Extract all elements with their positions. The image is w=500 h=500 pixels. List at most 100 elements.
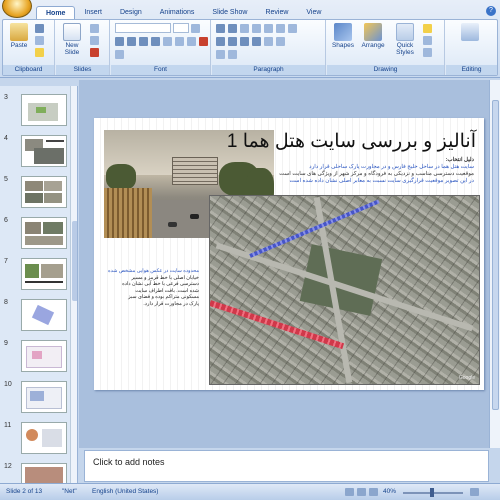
slide-thumbnail[interactable]: 7	[4, 258, 67, 291]
shape-outline-icon[interactable]	[423, 36, 432, 45]
help-icon[interactable]: ?	[486, 6, 496, 16]
tab-design[interactable]: Design	[111, 6, 151, 19]
editing-group-label: Editing	[446, 65, 497, 75]
slide-thumbnail[interactable]: 12	[4, 463, 67, 483]
quick-styles-button[interactable]: Quick Styles	[391, 23, 419, 56]
increase-indent-icon[interactable]	[252, 24, 261, 33]
format-painter-icon[interactable]	[35, 48, 44, 57]
rtl-icon[interactable]	[276, 24, 285, 33]
tab-animations[interactable]: Animations	[151, 6, 204, 19]
bullets-icon[interactable]	[216, 24, 225, 33]
shape-effects-icon[interactable]	[423, 48, 432, 57]
align-left-icon[interactable]	[216, 37, 225, 46]
numbering-icon[interactable]	[228, 24, 237, 33]
slide-thumbnail[interactable]: 5	[4, 176, 67, 209]
slide-thumbnail[interactable]: 6	[4, 217, 67, 250]
slide-number: 8	[4, 299, 8, 306]
justify-icon[interactable]	[252, 37, 261, 46]
paste-label: Paste	[10, 42, 28, 49]
slide-body-text[interactable]: دلیل انتخاب: سایت هتل هما در ساحل خلیج ف…	[278, 157, 474, 185]
slide-number: 10	[4, 381, 12, 388]
slide-thumbnail-image	[21, 340, 67, 372]
delete-slide-icon[interactable]	[90, 48, 99, 57]
notes-pane[interactable]: Click to add notes	[84, 450, 489, 482]
slide-thumbnail[interactable]: 10	[4, 381, 67, 414]
text-direction-icon[interactable]	[276, 37, 285, 46]
copy-icon[interactable]	[35, 36, 44, 45]
slide-number: 11	[4, 422, 12, 429]
slide-thumbnail[interactable]: 8	[4, 299, 67, 332]
ltr-icon[interactable]	[288, 24, 297, 33]
grow-font-icon[interactable]	[191, 24, 200, 33]
slide-thumbnail-image	[21, 217, 67, 249]
fit-to-window-icon[interactable]	[470, 488, 479, 496]
paste-icon	[10, 23, 28, 41]
align-right-icon[interactable]	[240, 37, 249, 46]
slide-thumbnail[interactable]: 9	[4, 340, 67, 373]
columns-icon[interactable]	[264, 37, 273, 46]
shape-fill-icon[interactable]	[423, 24, 432, 33]
slide-sorter-icon[interactable]	[357, 488, 366, 496]
cut-icon[interactable]	[35, 24, 44, 33]
zoom-slider-handle[interactable]	[430, 488, 434, 497]
font-size-dropdown[interactable]	[173, 23, 189, 33]
theme-name: "Net"	[62, 488, 77, 495]
main-vertical-scrollbar[interactable]	[489, 80, 500, 448]
slide-thumbnail[interactable]: 4	[4, 135, 67, 168]
paste-button[interactable]: Paste	[7, 23, 31, 49]
slide-thumbnail-image	[21, 135, 67, 167]
underline-icon[interactable]	[139, 37, 148, 46]
drawing-group-label: Drawing	[327, 65, 444, 75]
font-name-dropdown[interactable]	[115, 23, 171, 33]
notes-placeholder[interactable]: Click to add notes	[93, 457, 165, 467]
office-button[interactable]	[2, 0, 32, 18]
paragraph-group: Paragraph	[212, 20, 326, 75]
slide-thumbnail-image	[21, 299, 67, 331]
slide-canvas[interactable]: آنالیز و بررسی سایت هتل هما 1 دلیل انتخا…	[94, 118, 484, 390]
editing-button[interactable]	[458, 23, 482, 42]
tab-insert[interactable]: Insert	[75, 6, 111, 19]
slide-thumbnail-image	[21, 176, 67, 208]
slide-number: 9	[4, 340, 8, 347]
tab-slide-show[interactable]: Slide Show	[203, 6, 256, 19]
ribbon-tabs: Home Insert Design Animations Slide Show…	[36, 6, 330, 19]
slide-thumbnail[interactable]: 11	[4, 422, 67, 455]
tab-view[interactable]: View	[297, 6, 330, 19]
clear-format-icon[interactable]	[115, 50, 124, 59]
spacing-icon[interactable]	[175, 37, 184, 46]
tab-home[interactable]: Home	[36, 6, 76, 19]
slide-panel-scroll-thumb[interactable]	[72, 221, 77, 301]
shapes-button[interactable]: Shapes	[331, 23, 355, 49]
smartart-icon[interactable]	[228, 50, 237, 59]
language-indicator[interactable]: English (United States)	[92, 488, 158, 495]
layout-icon[interactable]	[90, 24, 99, 33]
slide-number: 4	[4, 135, 8, 142]
binoculars-icon	[461, 23, 479, 41]
new-slide-button[interactable]: New Slide	[60, 23, 84, 56]
aerial-map-image[interactable]: Google	[210, 196, 479, 384]
tab-review[interactable]: Review	[256, 6, 297, 19]
bold-icon[interactable]	[115, 37, 124, 46]
slide-panel-scrollbar[interactable]	[70, 86, 77, 483]
italic-icon[interactable]	[127, 37, 136, 46]
slide-thumbnail[interactable]: 3	[4, 94, 67, 127]
align-text-icon[interactable]	[216, 50, 225, 59]
line-spacing-icon[interactable]	[264, 24, 273, 33]
arrange-button[interactable]: Arrange	[359, 23, 387, 49]
strikethrough-icon[interactable]	[151, 37, 160, 46]
arrange-label: Arrange	[361, 42, 385, 49]
slide-show-icon[interactable]	[369, 488, 378, 496]
shadow-icon[interactable]	[163, 37, 172, 46]
decrease-indent-icon[interactable]	[240, 24, 249, 33]
font-color-icon[interactable]	[199, 37, 208, 46]
slide-side-text[interactable]: محدوده سایت در عکس هوایی مشخص شده خیابان…	[104, 268, 199, 307]
change-case-icon[interactable]	[187, 37, 196, 46]
normal-view-icon[interactable]	[345, 488, 354, 496]
main-scroll-thumb[interactable]	[492, 100, 499, 410]
side-line: محدوده سایت در عکس هوایی مشخص شده	[108, 268, 199, 274]
align-center-icon[interactable]	[228, 37, 237, 46]
reset-icon[interactable]	[90, 36, 99, 45]
slide-title[interactable]: آنالیز و بررسی سایت هتل هما 1	[227, 130, 476, 153]
new-slide-icon	[63, 23, 81, 41]
zoom-level[interactable]: 40%	[383, 488, 396, 495]
